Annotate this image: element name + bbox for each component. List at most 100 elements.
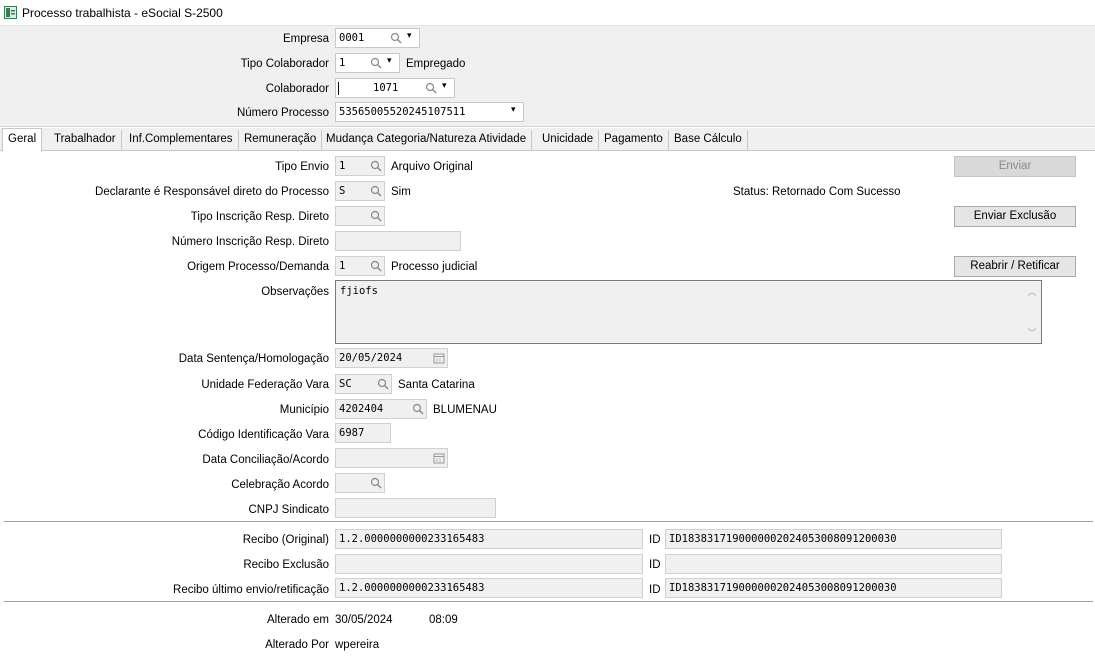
colaborador-label: Colaborador: [265, 83, 329, 95]
tab-bar: Geral Trabalhador Inf.Complementares Rem…: [0, 128, 1095, 152]
tipo-colaborador-field[interactable]: 1 ▾: [335, 53, 400, 73]
codigo-vara-value: 6987: [339, 427, 365, 439]
recibo-original-id-field[interactable]: ID1838317190000002024053008091200030: [665, 529, 1002, 549]
recibo-exclusao-field[interactable]: [335, 554, 643, 574]
search-icon[interactable]: [370, 260, 382, 272]
tipo-colaborador-desc: Empregado: [406, 58, 466, 70]
codigo-vara-label: Código Identificação Vara: [198, 429, 329, 441]
recibo-original-value: 1.2.0000000000233165483: [339, 533, 485, 545]
data-conciliacao-field[interactable]: [335, 448, 448, 468]
tab-label: Remuneração: [244, 133, 317, 145]
recibo-ultimo-label: Recibo último envio/retificação: [173, 584, 329, 596]
recibo-exclusao-label: Recibo Exclusão: [243, 559, 329, 571]
scroll-down-icon[interactable]: ﹀: [1025, 326, 1039, 339]
tipo-envio-desc: Arquivo Original: [391, 161, 473, 173]
numero-inscricao-label: Número Inscrição Resp. Direto: [171, 236, 329, 248]
data-sentenca-label: Data Sentença/Homologação: [178, 353, 329, 365]
alterado-em-date: 30/05/2024: [335, 614, 393, 626]
data-sentenca-field[interactable]: 20/05/2024: [335, 348, 448, 368]
status-value: Retornado Com Sucesso: [772, 186, 901, 198]
cnpj-sindicato-field[interactable]: [335, 498, 496, 518]
recibo-original-id-value: ID1838317190000002024053008091200030: [669, 533, 897, 545]
uf-vara-desc: Santa Catarina: [398, 379, 475, 391]
tab-label: Unicidade: [542, 133, 594, 145]
declarante-label: Declarante é Responsável direto do Proce…: [95, 186, 329, 198]
origem-label: Origem Processo/Demanda: [187, 261, 329, 273]
tab-mudanca-categoria[interactable]: Mudança Categoria/Natureza Atividade: [321, 130, 533, 151]
recibo-original-field[interactable]: 1.2.0000000000233165483: [335, 529, 643, 549]
alterado-por-value: wpereira: [335, 639, 380, 651]
app-icon: [4, 6, 17, 19]
declarante-value: S: [339, 185, 346, 197]
tipo-envio-label: Tipo Envio: [275, 161, 329, 173]
tipo-envio-field[interactable]: 1: [335, 156, 385, 176]
tab-base-calculo[interactable]: Base Cálculo: [669, 130, 748, 151]
celebracao-field[interactable]: [335, 473, 385, 493]
search-icon[interactable]: [370, 210, 382, 222]
tipo-inscricao-field[interactable]: [335, 206, 385, 226]
calendar-icon[interactable]: [433, 452, 445, 464]
search-icon[interactable]: [370, 185, 382, 197]
search-icon[interactable]: [377, 378, 389, 390]
data-sentenca-value: 20/05/2024: [339, 352, 403, 364]
numero-processo-label: Número Processo: [236, 107, 329, 119]
municipio-field[interactable]: 4202404: [335, 399, 427, 419]
tab-geral[interactable]: Geral: [2, 128, 43, 152]
recibo-original-label: Recibo (Original): [242, 534, 329, 546]
tab-label: Geral: [8, 133, 37, 145]
recibo-ultimo-id-label: ID: [649, 584, 661, 596]
codigo-vara-field[interactable]: 6987: [335, 423, 391, 443]
municipio-label: Município: [279, 404, 329, 416]
uf-vara-value: SC: [339, 378, 352, 390]
colaborador-field[interactable]: 1071 ▾: [335, 78, 455, 98]
empresa-label: Empresa: [282, 33, 329, 45]
search-icon[interactable]: [370, 57, 382, 69]
tab-inf-complementares[interactable]: Inf.Complementares: [124, 130, 239, 151]
tab-label: Base Cálculo: [674, 133, 742, 145]
declarante-field[interactable]: S: [335, 181, 385, 201]
search-icon[interactable]: [425, 82, 437, 94]
recibo-original-id-label: ID: [649, 534, 661, 546]
recibo-ultimo-id-value: ID1838317190000002024053008091200030: [669, 582, 897, 594]
calendar-icon[interactable]: [433, 352, 445, 364]
empresa-field[interactable]: 0001 ▾: [335, 28, 420, 48]
recibo-ultimo-field[interactable]: 1.2.0000000000233165483: [335, 578, 643, 598]
dropdown-arrow-icon[interactable]: ▾: [387, 56, 392, 66]
colaborador-value: 1071: [373, 82, 399, 94]
alterado-em-time: 08:09: [429, 614, 458, 626]
municipio-desc: BLUMENAU: [433, 404, 497, 416]
scroll-up-icon[interactable]: ︿: [1025, 285, 1039, 298]
dropdown-arrow-icon[interactable]: ▾: [407, 31, 412, 41]
observacoes-label: Observações: [261, 286, 329, 298]
empresa-value: 0001: [339, 32, 365, 44]
tipo-colaborador-value: 1: [339, 57, 346, 69]
dropdown-arrow-icon[interactable]: ▾: [511, 105, 516, 115]
alterado-por-label: Alterado Por: [265, 639, 329, 651]
recibo-exclusao-id-field[interactable]: [665, 554, 1002, 574]
origem-desc: Processo judicial: [391, 261, 478, 273]
reabrir-retificar-button[interactable]: Reabrir / Retificar: [954, 256, 1076, 277]
enviar-button[interactable]: Enviar: [954, 156, 1076, 177]
origem-value: 1: [339, 260, 346, 272]
numero-processo-select[interactable]: 53565005520245107511 ▾: [335, 102, 524, 122]
numero-inscricao-field[interactable]: [335, 231, 461, 251]
tipo-envio-value: 1: [339, 160, 346, 172]
tab-unicidade[interactable]: Unicidade: [537, 130, 600, 151]
enviar-exclusao-button[interactable]: Enviar Exclusão: [954, 206, 1076, 227]
tab-label: Trabalhador: [54, 133, 116, 145]
tab-trabalhador[interactable]: Trabalhador: [49, 130, 122, 151]
tab-remuneracao[interactable]: Remuneração: [239, 130, 323, 151]
window-title: Processo trabalhista - eSocial S-2500: [22, 6, 223, 20]
recibo-ultimo-id-field[interactable]: ID1838317190000002024053008091200030: [665, 578, 1002, 598]
search-icon[interactable]: [390, 32, 402, 44]
tab-label: Pagamento: [604, 133, 663, 145]
tab-pagamento[interactable]: Pagamento: [599, 130, 669, 151]
dropdown-arrow-icon[interactable]: ▾: [442, 81, 447, 91]
uf-vara-field[interactable]: SC: [335, 374, 392, 394]
origem-field[interactable]: 1: [335, 256, 385, 276]
observacoes-textarea[interactable]: [335, 280, 1042, 344]
search-icon[interactable]: [370, 477, 382, 489]
header-panel: Empresa 0001 ▾ Tipo Colaborador 1 ▾ Empr…: [0, 26, 1095, 127]
search-icon[interactable]: [370, 160, 382, 172]
search-icon[interactable]: [412, 403, 424, 415]
